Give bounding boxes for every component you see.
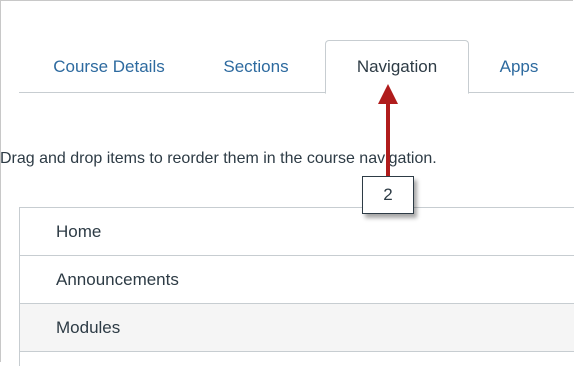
callout-step-number: 2 xyxy=(362,176,414,214)
nav-item-modules[interactable]: Modules xyxy=(20,304,574,352)
tab-apps[interactable]: Apps xyxy=(480,40,558,93)
nav-item-label: Announcements xyxy=(56,269,179,289)
nav-item-announcements[interactable]: Announcements xyxy=(20,256,574,304)
course-navigation-list: Home Announcements Modules xyxy=(19,207,574,366)
nav-item-label: Modules xyxy=(56,317,121,337)
nav-item-home[interactable]: Home xyxy=(20,208,574,256)
tab-sections[interactable]: Sections xyxy=(200,40,312,93)
nav-item-label: Home xyxy=(56,221,102,241)
nav-item-next[interactable] xyxy=(20,352,574,366)
reorder-instructions: Drag and drop items to reorder them in t… xyxy=(0,150,437,167)
callout-number: 2 xyxy=(383,185,393,204)
tab-navigation[interactable]: Navigation xyxy=(325,40,469,94)
tab-course-details[interactable]: Course Details xyxy=(30,40,188,93)
